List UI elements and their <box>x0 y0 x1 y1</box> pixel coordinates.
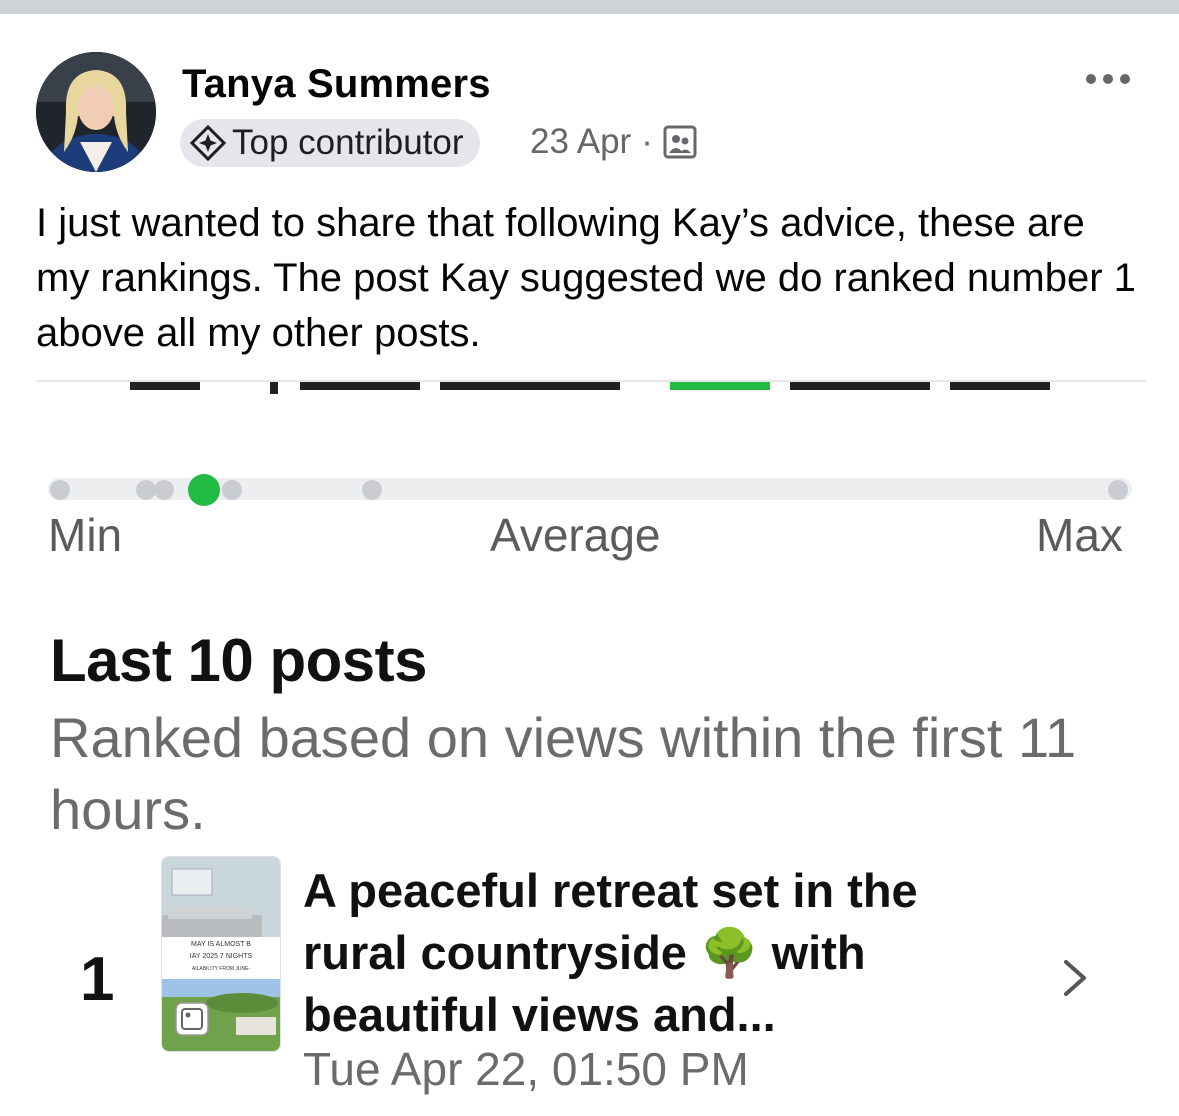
post-thumbnail[interactable]: MAY IS ALMOST B IAY 2025 7 NIGHTS AILABI… <box>161 856 281 1052</box>
more-dot <box>1120 74 1130 84</box>
thumbnail-image: MAY IS ALMOST B IAY 2025 7 NIGHTS AILABI… <box>162 857 280 1051</box>
scale-dot <box>222 480 242 500</box>
author-avatar[interactable] <box>36 52 156 172</box>
author-name[interactable]: Tanya Summers <box>182 62 491 107</box>
post-date[interactable]: 23 Apr <box>530 122 631 162</box>
meta-separator: · <box>641 122 653 161</box>
current-post-dot <box>188 474 220 506</box>
top-contributor-badge[interactable]: Top contributor <box>180 119 480 167</box>
scale-average-label: Average <box>490 509 661 561</box>
rank-number: 1 <box>80 945 115 1014</box>
cropped-text-remnant <box>130 382 1050 396</box>
avatar-photo <box>36 52 156 172</box>
more-dot <box>1086 74 1096 84</box>
more-options-icon[interactable] <box>1086 64 1138 94</box>
top-separator-bar <box>0 0 1179 14</box>
section-title: Last 10 posts <box>50 627 427 694</box>
badge-label: Top contributor <box>232 123 464 162</box>
scale-min-label: Min <box>48 509 123 561</box>
scale-dot <box>362 480 382 500</box>
thumb-text-line: AILABILITY FROM JUNE- <box>192 966 251 972</box>
group-icon <box>663 125 697 159</box>
ranked-post-title[interactable]: A peaceful retreat set in the rural coun… <box>303 860 1023 1046</box>
ranked-post-date: Tue Apr 22, 01:50 PM <box>303 1043 749 1095</box>
chevron-right-icon[interactable] <box>1058 954 1092 1002</box>
scale-dot <box>136 480 156 500</box>
post-meta: 23 Apr · <box>530 122 697 162</box>
more-dot <box>1103 74 1113 84</box>
thumb-text-line: MAY IS ALMOST B <box>191 941 251 948</box>
badge-icon <box>190 125 226 161</box>
section-subtitle: Ranked based on views within the first 1… <box>50 706 1077 841</box>
scale-dot <box>1108 480 1128 500</box>
scale-dot <box>50 480 70 500</box>
post-body-text: I just wanted to share that following Ka… <box>36 201 1136 355</box>
cropped-heading-fragment <box>130 382 1050 394</box>
thumb-text-line: IAY 2025 7 NIGHTS <box>190 953 253 960</box>
scale-dot <box>154 480 174 500</box>
scale-max-label: Max <box>1036 509 1123 561</box>
